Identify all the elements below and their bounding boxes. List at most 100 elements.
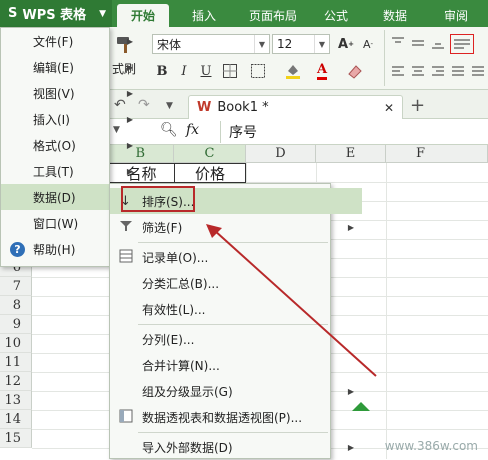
menu-item-view[interactable]: 视图(V) ▶ (1, 80, 141, 106)
font-color-button[interactable]: A (312, 61, 332, 81)
wps-logo: S (8, 6, 18, 21)
align-bottom-icon[interactable] (428, 33, 448, 53)
row-header[interactable]: 9 (0, 315, 32, 334)
insert-function-button[interactable]: fx (186, 122, 199, 138)
document-tab[interactable]: W Book1 * ✕ (188, 95, 403, 119)
merge-cells-icon[interactable] (248, 61, 268, 81)
font-name-select[interactable]: 宋体 ▼ (152, 34, 270, 54)
menu-item-label: 插入(I) (33, 112, 70, 127)
scroll-up-icon[interactable] (352, 402, 370, 411)
shrink-font-label: A (362, 37, 371, 51)
help-icon: ? (10, 241, 25, 257)
annotation-arrow (206, 224, 377, 377)
chevron-right-icon: ▶ (126, 62, 133, 72)
tab-data[interactable]: 数据 (375, 4, 415, 27)
tab-insert[interactable]: 插入 (180, 4, 228, 27)
menu-item-insert[interactable]: 插入(I) ▶ (1, 106, 141, 132)
tab-page-layout[interactable]: 页面布局 (240, 4, 306, 27)
form-icon (119, 249, 133, 266)
chevron-right-icon: ▶ (126, 166, 133, 176)
menu-item-label: 文件(F) (33, 34, 74, 49)
row-header[interactable]: 12 (0, 372, 32, 391)
new-tab-icon[interactable]: + (410, 95, 425, 116)
chevron-right-icon: ▶ (126, 140, 133, 150)
row-header[interactable]: 11 (0, 353, 32, 372)
document-name: Book1 * (217, 100, 269, 115)
search-icon[interactable]: 🔍︎ (160, 122, 178, 138)
eraser-icon[interactable] (345, 61, 365, 81)
font-color-label: A (316, 62, 328, 80)
menu-item-tools[interactable]: 工具(T) ▶ (1, 158, 141, 184)
formula-input[interactable]: 序号 (220, 121, 488, 143)
app-title: WPS 表格 (22, 8, 87, 23)
column-header-c[interactable]: C (174, 145, 246, 163)
align-center-icon[interactable] (408, 61, 428, 81)
menu-item-label: 视图(V) (33, 86, 75, 101)
menu-item-label: 窗口(W) (33, 216, 79, 231)
chevron-right-icon: ▶ (126, 114, 133, 124)
menu-item-label: 记录单(O)... (142, 250, 209, 265)
menu-item-file[interactable]: 文件(F) ▶ (1, 28, 141, 54)
column-header-d[interactable]: D (246, 145, 316, 163)
menu-item-label: 数据透视表和数据透视图(P)... (142, 410, 303, 425)
chevron-right-icon: ▶ (347, 386, 354, 396)
wrap-text-icon[interactable] (450, 34, 474, 54)
justify-icon[interactable] (448, 61, 468, 81)
align-top-icon[interactable] (388, 33, 408, 53)
chevron-down-icon: ▼ (99, 8, 106, 19)
tab-review[interactable]: 审阅 (436, 4, 476, 27)
bold-button[interactable]: B (152, 61, 172, 81)
menu-item-label: 工具(T) (33, 164, 74, 179)
menu-item-label: 帮助(H) (33, 242, 76, 257)
app-menu-button[interactable]: S WPS 表格 ▼ (0, 0, 112, 27)
chevron-down-icon: ▼ (254, 35, 269, 53)
watermark: www.386w.com (384, 439, 478, 453)
pivot-icon (119, 409, 133, 426)
cell-c1[interactable]: 价格 (174, 163, 246, 183)
menu-item-import-external-data[interactable]: 导入外部数据(D) ▶ (110, 434, 362, 460)
menu-item-format[interactable]: 格式(O) ▶ (1, 132, 141, 158)
chevron-down-icon[interactable]: ▼ (166, 101, 173, 111)
menu-item-label: 有效性(L)... (142, 302, 206, 317)
menu-item-edit[interactable]: 编辑(E) ▶ (1, 54, 141, 80)
font-size-value: 12 (277, 37, 293, 51)
row-header[interactable]: 13 (0, 391, 32, 410)
align-left-icon[interactable] (388, 61, 408, 81)
grow-font-label: A (338, 36, 349, 52)
menu-item-label: 导入外部数据(D) (142, 440, 233, 455)
row-header[interactable]: 14 (0, 410, 32, 429)
shrink-font-button[interactable]: A- (358, 34, 378, 54)
filter-icon (119, 219, 133, 236)
align-middle-icon[interactable] (408, 33, 428, 53)
italic-button[interactable]: I (174, 61, 194, 81)
close-icon[interactable]: ✕ (384, 101, 394, 115)
menu-item-label: 筛选(F) (142, 220, 183, 235)
row-header[interactable]: 10 (0, 334, 32, 353)
row-header[interactable]: 15 (0, 429, 32, 448)
menu-item-label: 编辑(E) (33, 60, 74, 75)
column-header-e[interactable]: E (316, 145, 386, 163)
spreadsheet-icon: W (197, 100, 212, 115)
menu-item-pivot-table[interactable]: 数据透视表和数据透视图(P)... (110, 404, 362, 430)
chevron-right-icon: ▶ (126, 88, 133, 98)
grow-font-button[interactable]: A + (336, 34, 356, 54)
chevron-right-icon: ▶ (126, 36, 133, 46)
fill-color-icon[interactable] (283, 61, 303, 81)
align-right-icon[interactable] (428, 61, 448, 81)
tab-formulas[interactable]: 公式 (316, 4, 356, 27)
row-header[interactable]: 7 (0, 277, 32, 296)
borders-icon[interactable] (220, 61, 240, 81)
menu-separator (138, 432, 328, 433)
tab-home[interactable]: 开始 (117, 4, 169, 27)
font-name-value: 宋体 (157, 37, 182, 52)
chevron-right-icon: ▶ (347, 442, 354, 452)
grid-line (386, 163, 387, 459)
row-header[interactable]: 8 (0, 296, 32, 315)
underline-button[interactable]: U (196, 61, 216, 81)
main-menu: 文件(F) ▶ 编辑(E) ▶ 视图(V) ▶ 插入(I) ▶ 格式(O) ▶ 工具(T)… (0, 27, 141, 267)
menu-item-label: 分列(E)... (142, 332, 195, 347)
font-size-select[interactable]: 12 ▼ (272, 34, 330, 54)
menu-item-label: 格式(O) (33, 138, 76, 153)
distribute-icon[interactable] (468, 61, 488, 81)
column-header-f[interactable]: F (386, 145, 488, 163)
